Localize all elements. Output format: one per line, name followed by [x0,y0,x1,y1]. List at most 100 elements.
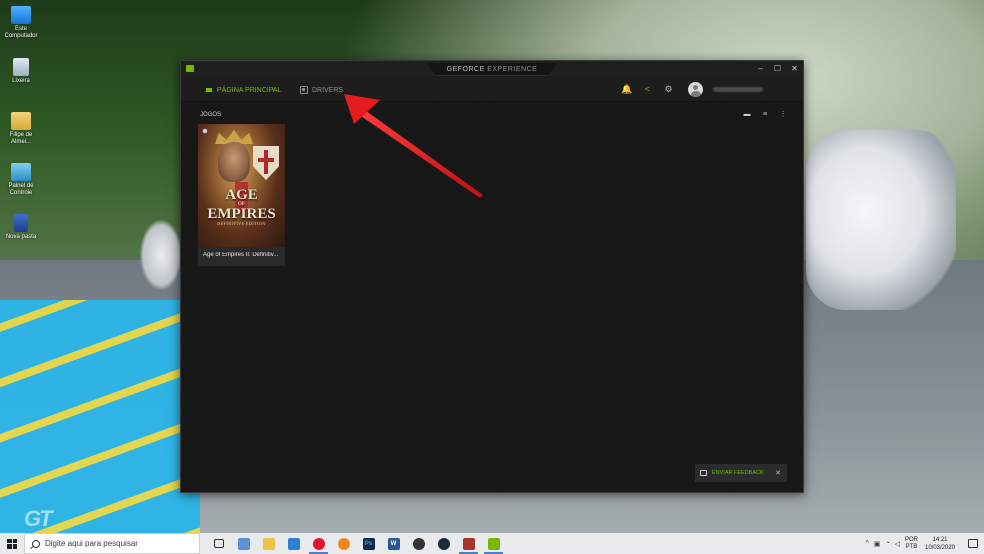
geforce-experience-window: GEFORCE EXPERIENCE – ☐ ✕ PÁGINA PRINCIPA… [180,60,804,493]
drivers-icon [300,86,308,94]
desktop-icon-new-folder[interactable]: Nova pasta [0,214,42,241]
cover-king-portrait [218,142,250,182]
home-icon [205,84,213,92]
cover-shield-cross [258,158,274,162]
chevron-up-icon[interactable]: ^ [865,540,868,547]
username-blurred[interactable] [713,87,763,92]
window-controls: – ☐ ✕ [756,63,799,74]
game-cover-image: AGE OF EMPIRES DEFINITIVE EDITION [198,124,285,247]
taskbar-photoshop[interactable]: Ps [356,533,381,554]
cover-shield [253,146,279,180]
app-1-icon [237,537,250,550]
game-app-icon [412,537,425,550]
feedback-close-icon[interactable]: ✕ [775,469,781,477]
close-button[interactable]: ✕ [790,63,799,74]
wallpaper-race-car [806,130,956,310]
language-indicator[interactable]: POR PTB [905,537,918,551]
control-panel-icon [11,163,31,181]
cover-title-line2: EMPIRES [207,206,276,222]
keyboard-layout: PTB [905,543,918,550]
taskbar-media-player[interactable] [456,533,481,554]
desktop-icon-label: Nova pasta [5,234,37,240]
feedback-label: ENVIAR FEEDBACK [712,470,764,476]
word-icon: W [387,537,400,550]
taskbar-app-1[interactable] [231,533,256,554]
volume-icon[interactable]: ◁ [895,540,900,548]
opera-icon [312,537,325,550]
taskbar-apps: Ps W [206,533,506,554]
card-status-icon [202,128,208,134]
cover-title: AGE OF EMPIRES [198,187,285,222]
windows-taskbar: Digite aqui para pesquisar Ps W ^ ▣ ◔ ◁ … [0,533,984,554]
clock-date: 10/03/2020 [924,544,956,551]
cover-title-line1: AGE [225,187,258,203]
wallpaper-race-car-small [140,220,182,290]
taskbar-game-app[interactable] [406,533,431,554]
user-avatar[interactable] [688,82,703,97]
windows-logo-icon [7,538,17,549]
desktop-icon-control-panel[interactable]: Painel de Controle [0,163,42,197]
tab-drivers-label: DRIVERS [312,86,344,94]
window-titlebar[interactable]: GEFORCE EXPERIENCE – ☐ ✕ [181,61,803,77]
tray-app-icon[interactable]: ▣ [874,540,881,548]
wallpaper-kerb [0,300,200,533]
nvidia-icon [487,537,500,550]
filter-icon[interactable]: ≡ [761,111,769,119]
maximize-button[interactable]: ☐ [773,63,782,74]
view-tools: ▬ ≡ ⋮ [743,111,787,119]
network-icon[interactable]: ◔ [885,540,889,547]
media-player-icon [462,537,475,550]
taskbar-mail[interactable] [281,533,306,554]
mail-icon [287,537,300,550]
task-view-icon [213,539,224,548]
taskbar-firefox[interactable] [331,533,356,554]
desktop-icon-label: Filipe de Almei... [9,132,33,145]
grid-view-icon[interactable]: ▬ [743,111,751,119]
desktop-icon-label: Painel de Controle [8,183,34,196]
firefox-icon [337,537,350,550]
desktop-icon-computer[interactable]: Este Computador [0,6,42,40]
app-title: GEFORCE EXPERIENCE [427,63,557,76]
taskbar-clock[interactable]: 14:21 10/03/2020 [923,536,957,552]
tab-drivers[interactable]: DRIVERS [300,83,343,97]
desktop-icon-label: Lixeira [12,78,30,84]
settings-gear-icon[interactable]: ⚙ [663,84,674,95]
game-title: Age of Empires II: Definitiv... [203,252,279,258]
file-explorer-icon [262,537,275,550]
task-view-button[interactable] [206,533,231,554]
taskbar-opera[interactable] [306,533,331,554]
computer-icon [11,6,31,24]
main-content: JOGOS ▬ ≡ ⋮ AGE OF EMPIRES DEFINITIVE ED… [181,103,803,492]
action-center-icon[interactable] [968,539,978,548]
start-button[interactable] [0,533,24,554]
navbar-actions: 🔔 < ⚙ [621,82,763,97]
search-icon [32,539,40,548]
desktop-icon-recycle-bin[interactable]: Lixeira [0,58,42,85]
feedback-banner[interactable]: ENVIAR FEEDBACK ✕ [695,464,787,482]
photoshop-icon: Ps [362,537,375,550]
more-options-icon[interactable]: ⋮ [779,111,787,119]
taskbar-word[interactable]: W [381,533,406,554]
minimize-button[interactable]: – [756,63,765,74]
tab-home[interactable]: PÁGINA PRINCIPAL [205,83,281,97]
taskbar-search-box[interactable]: Digite aqui para pesquisar [24,533,200,554]
folder-icon [14,214,28,232]
app-title-part2: EXPERIENCE [484,66,538,73]
game-card[interactable]: AGE OF EMPIRES DEFINITIVE EDITION Age of… [198,124,285,266]
desktop-icon-user-folder[interactable]: Filipe de Almei... [0,112,42,146]
share-icon[interactable]: < [642,84,653,95]
search-placeholder: Digite aqui para pesquisar [45,539,138,548]
taskbar-steam[interactable] [431,533,456,554]
desktop-icon-label: Este Computador [4,26,38,39]
clock-time: 14:21 [932,536,948,543]
top-navbar: PÁGINA PRINCIPAL DRIVERS 🔔 < ⚙ [181,77,803,102]
language-code: POR [904,536,918,543]
taskbar-geforce-experience[interactable] [481,533,506,554]
app-title-part1: GEFORCE [446,66,485,73]
nvidia-logo-icon [186,65,194,72]
tab-home-label: PÁGINA PRINCIPAL [217,86,282,94]
user-folder-icon [11,112,31,130]
taskbar-file-explorer[interactable] [256,533,281,554]
notifications-bell-icon[interactable]: 🔔 [621,84,632,95]
feedback-chat-icon [700,470,707,476]
